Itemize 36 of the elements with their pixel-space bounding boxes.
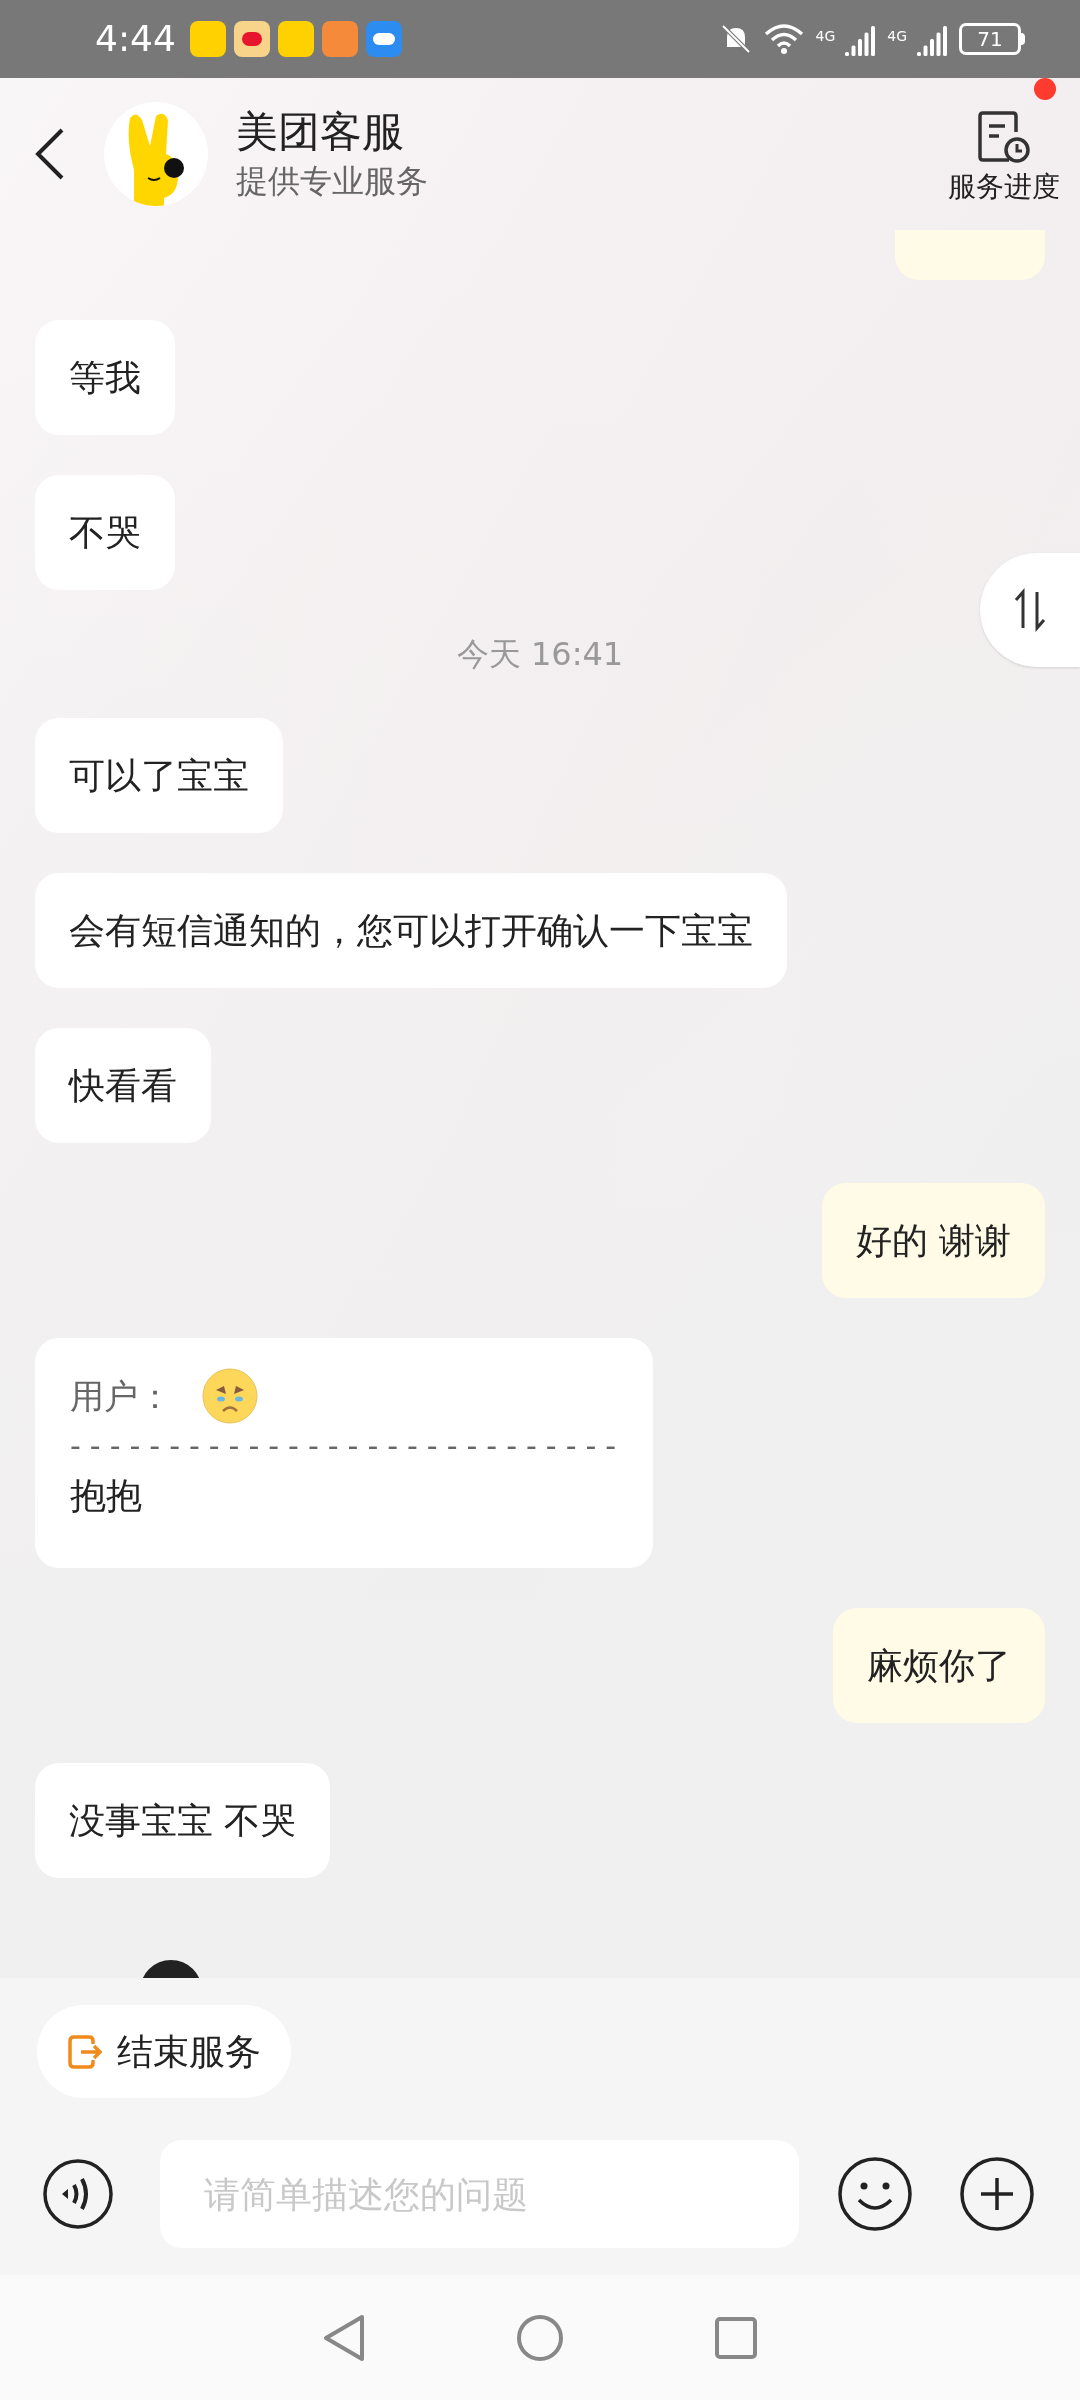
message-bubble: 等我 xyxy=(35,320,175,435)
crying-face-icon xyxy=(202,1368,258,1424)
message-bubble: 好的 谢谢 xyxy=(821,1183,1045,1298)
divider-text: ---------------------------- xyxy=(70,1427,618,1465)
message-bubble: 没事宝宝 不哭 xyxy=(35,1763,331,1878)
app-icon xyxy=(277,21,314,57)
end-service-button[interactable]: 结束服务 xyxy=(37,2005,291,2098)
recents-icon[interactable] xyxy=(714,2315,758,2360)
home-icon[interactable] xyxy=(516,2313,564,2362)
app-icon xyxy=(233,21,270,57)
message-bubble: 会有短信通知的，您可以打开确认一下宝宝 xyxy=(35,873,787,988)
message-bubble: 可以了宝宝 xyxy=(35,718,283,833)
message-text: 抱抱 xyxy=(70,1474,143,1518)
chat-title: 美团客服 xyxy=(236,106,405,158)
app-icon xyxy=(321,21,358,57)
network-type: 4G xyxy=(815,27,836,46)
status-time: 4:44 xyxy=(95,17,176,61)
chat-subtitle: 提供专业服务 xyxy=(236,161,428,202)
network-type: 4G xyxy=(887,27,907,46)
swap-arrows-icon xyxy=(1012,588,1048,632)
document-clock-icon xyxy=(977,110,1031,166)
voice-icon[interactable] xyxy=(42,2158,114,2230)
add-icon[interactable] xyxy=(959,2156,1035,2232)
service-progress-button[interactable]: 服务进度 xyxy=(948,100,1060,208)
emoji-icon[interactable] xyxy=(837,2156,913,2232)
battery-tip xyxy=(1021,33,1025,45)
app-icon xyxy=(189,21,226,57)
message-bubble: 麻烦你了 xyxy=(833,1608,1045,1723)
battery-level: 71 xyxy=(959,23,1021,55)
message-bubble: 快看看 xyxy=(35,1028,211,1143)
wifi-icon xyxy=(763,22,806,56)
sender-label: 用户： xyxy=(70,1374,172,1418)
timestamp: 今天 16:41 xyxy=(456,634,624,675)
exit-icon xyxy=(67,2032,103,2071)
weather-icon xyxy=(365,21,402,57)
message-bubble: 不哭 xyxy=(35,475,175,590)
